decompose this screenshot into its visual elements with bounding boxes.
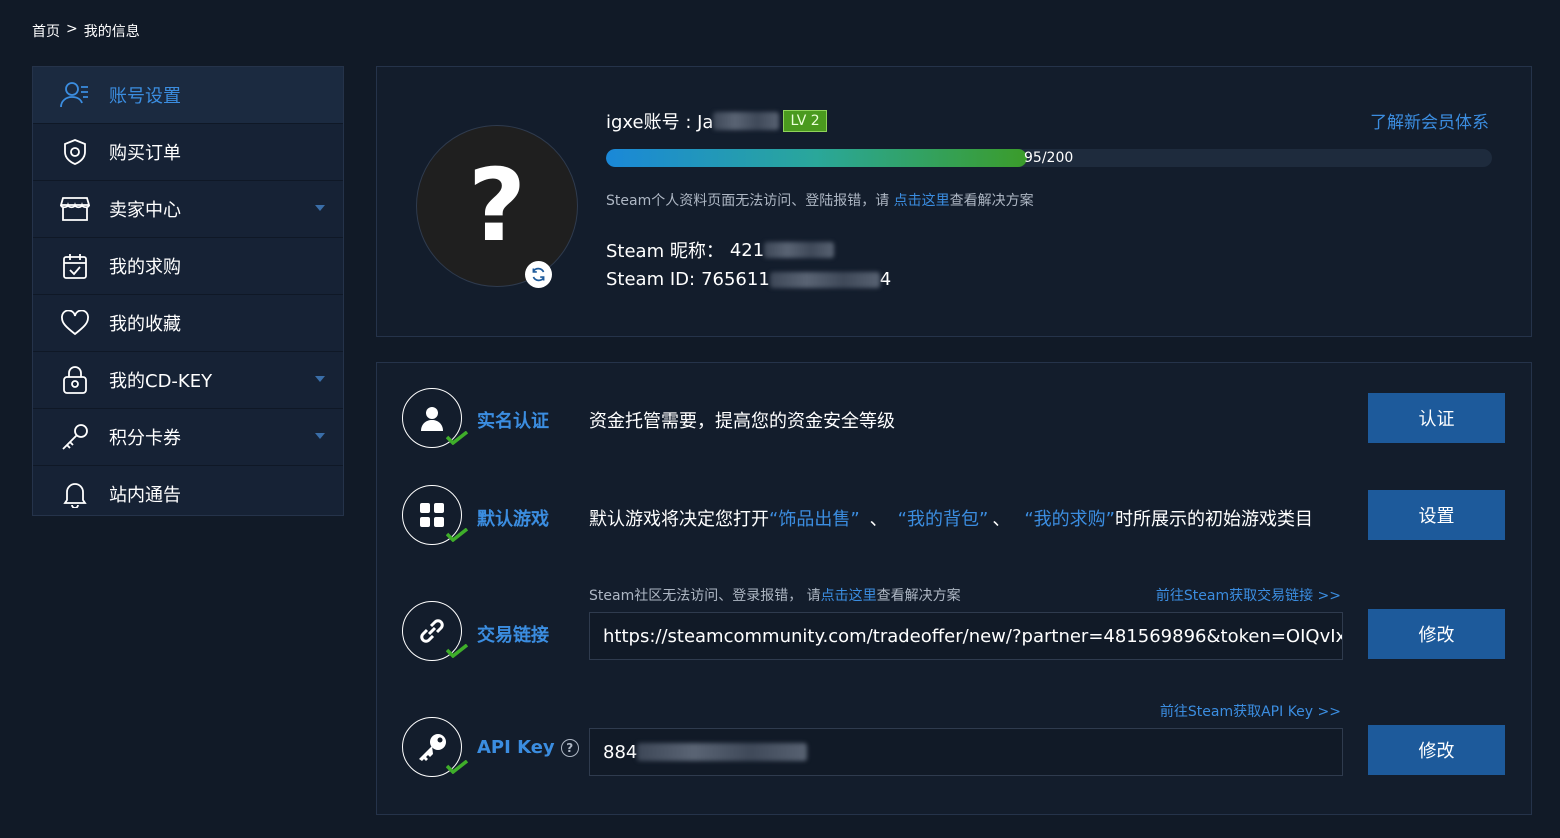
sidebar-item-account-settings[interactable]: 账号设置: [33, 67, 343, 124]
trade-link-title: 交易链接: [477, 625, 549, 646]
api-key-title-text: API Key: [477, 737, 555, 758]
question-mark-icon: ?: [467, 147, 526, 264]
account-name: igxe账号 : Ja: [606, 112, 714, 133]
redacted-nickname-blur: [764, 242, 835, 258]
steam-nickname-value: 421: [729, 239, 765, 261]
steam-nickname-label: Steam 昵称：: [606, 241, 724, 262]
verify-button[interactable]: 认证: [1368, 393, 1505, 443]
level-badge: LV 2: [783, 110, 827, 132]
calendar-check-icon: [55, 251, 95, 281]
separator: 、: [869, 509, 888, 530]
redacted-account-blur: [713, 112, 780, 130]
sidebar-item-points-coupons[interactable]: 积分卡券: [33, 409, 343, 466]
separator: 、: [992, 509, 1011, 530]
help-icon[interactable]: ?: [560, 738, 579, 757]
steam-nickname: Steam 昵称： 421: [606, 237, 835, 263]
trade-note-text-after: 查看解决方案: [876, 588, 961, 604]
breadcrumb-separator: >: [66, 21, 78, 37]
api-key-input[interactable]: 884: [589, 728, 1343, 776]
sidebar-item-label: 我的收藏: [109, 314, 181, 335]
steam-note-text-after: 查看解决方案: [949, 193, 1034, 209]
sidebar-item-label: 购买订单: [109, 143, 181, 164]
sidebar-item-cd-key[interactable]: 我的CD-KEY: [33, 352, 343, 409]
default-game-description: 默认游戏将决定您打开“饰品出售”、 “我的背包”、 “我的求购”时所展示的初始游戏类…: [589, 505, 1313, 531]
check-icon: [446, 431, 468, 445]
steam-note-link[interactable]: 点击这里: [894, 193, 950, 209]
chevron-down-icon[interactable]: [315, 205, 325, 211]
steam-id-value: 765611: [701, 269, 770, 290]
bell-icon: [55, 479, 95, 509]
sidebar-item-favorites[interactable]: 我的收藏: [33, 295, 343, 352]
account-line: igxe账号 : Ja LV 2: [606, 108, 827, 134]
redacted-api-key-blur: [637, 743, 808, 761]
sidebar-item-notices[interactable]: 站内通告: [33, 466, 343, 522]
default-game-title: 默认游戏: [477, 509, 549, 530]
redacted-steamid-blur: [769, 271, 880, 288]
edit-trade-link-button[interactable]: 修改: [1368, 609, 1505, 659]
default-game-desc-text: 默认游戏将决定您打开: [589, 509, 769, 530]
set-default-game-button[interactable]: 设置: [1368, 490, 1505, 540]
my-purchase-link[interactable]: “我的求购”: [1024, 509, 1115, 530]
steam-id-tail: 4: [879, 269, 892, 290]
trade-link-note: Steam社区无法访问、登录报错， 请点击这里查看解决方案: [589, 585, 961, 605]
refresh-avatar-button[interactable]: [525, 261, 552, 288]
sidebar-item-seller-center[interactable]: 卖家中心: [33, 181, 343, 238]
heart-icon: [55, 308, 95, 338]
sidebar-item-label: 账号设置: [109, 86, 181, 107]
chevron-down-icon[interactable]: [315, 433, 325, 439]
sidebar-item-label: 卖家中心: [109, 200, 181, 221]
sidebar-item-label: 积分卡券: [109, 428, 181, 449]
steam-note-text: Steam个人资料页面无法访问、登陆报错，请: [606, 193, 894, 209]
item-sale-link[interactable]: “饰品出售”: [769, 509, 860, 530]
check-icon: [446, 760, 468, 774]
sidebar-item-my-purchase-requests[interactable]: 我的求购: [33, 238, 343, 295]
key-icon: [419, 734, 446, 761]
refresh-icon: [532, 267, 545, 282]
chevron-down-icon[interactable]: [315, 376, 325, 382]
api-key-value: 884: [603, 741, 638, 763]
get-api-key-link[interactable]: 前往Steam获取API Key >>: [1160, 701, 1341, 721]
trade-link-input[interactable]: https://steamcommunity.com/tradeoffer/ne…: [589, 612, 1343, 660]
steam-id: Steam ID: 765611 4: [606, 269, 891, 290]
trade-note-link[interactable]: 点击这里: [821, 588, 877, 604]
check-icon: [446, 644, 468, 658]
sidebar: 账号设置 购买订单 卖家中心 我的求购 我的收藏 我的CD-KEY 积分卡券 站…: [32, 66, 344, 516]
store-icon: [55, 194, 95, 224]
user-icon: [421, 407, 443, 431]
sidebar-item-label: 我的求购: [109, 257, 181, 278]
link-icon: [420, 619, 444, 643]
breadcrumb-home[interactable]: 首页: [32, 21, 60, 41]
level-progress-fill: [606, 149, 1027, 167]
sidebar-item-label: 站内通告: [109, 485, 181, 506]
steam-profile-note: Steam个人资料页面无法访问、登陆报错，请 点击这里查看解决方案: [606, 190, 1034, 210]
edit-api-key-button[interactable]: 修改: [1368, 725, 1505, 775]
steam-id-label: Steam ID:: [606, 269, 696, 290]
breadcrumb-current: 我的信息: [83, 24, 140, 40]
key-icon: [55, 422, 95, 452]
level-progress-label: 95/200: [1024, 150, 1074, 166]
realname-title: 实名认证: [477, 411, 549, 432]
realname-description: 资金托管需要，提高您的资金安全等级: [589, 411, 895, 432]
member-system-link[interactable]: 了解新会员体系: [1370, 108, 1489, 133]
check-icon: [446, 528, 468, 542]
grid-icon: [420, 503, 444, 527]
shield-icon: [55, 137, 95, 167]
get-trade-link-link[interactable]: 前往Steam获取交易链接 >>: [1156, 585, 1341, 605]
breadcrumb: 首页 > 我的信息: [32, 21, 140, 41]
my-backpack-link[interactable]: “我的背包”: [898, 509, 989, 530]
user-settings-icon: [55, 80, 95, 110]
sidebar-item-purchase-orders[interactable]: 购买订单: [33, 124, 343, 181]
trade-note-text: Steam社区无法访问、登录报错， 请: [589, 588, 821, 604]
avatar[interactable]: ?: [416, 125, 578, 287]
default-game-desc-after: 时所展示的初始游戏类目: [1114, 509, 1313, 530]
api-key-title: API Key ?: [477, 737, 579, 758]
sidebar-item-label: 我的CD-KEY: [109, 371, 213, 392]
lock-icon: [55, 365, 95, 395]
